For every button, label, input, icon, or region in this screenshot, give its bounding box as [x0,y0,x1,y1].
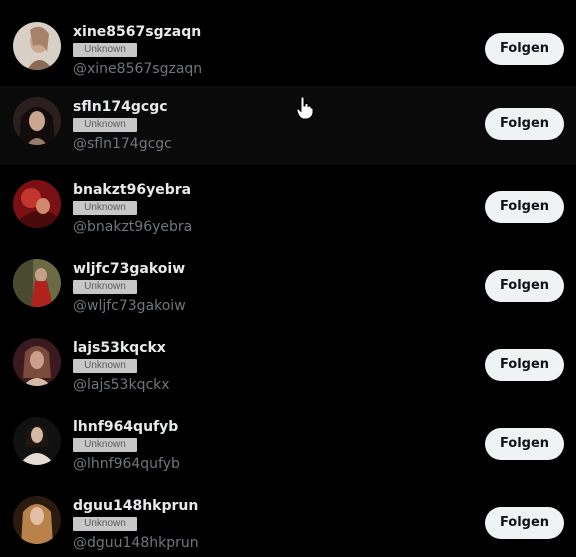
user-display-name[interactable]: dguu148hkprun [73,497,198,515]
follow-button[interactable]: Folgen [485,507,564,539]
user-handle: @lhnf964qufyb [73,456,180,472]
user-display-name[interactable]: wljfc73gakoiw [73,260,185,278]
user-avatar[interactable] [13,417,61,465]
user-avatar[interactable] [13,496,61,544]
hand-pointer-icon [296,96,314,120]
user-row[interactable]: lajs53kqckx Unknown @lajs53kqckx Folgen [0,320,576,399]
status-badge: Unknown [73,359,137,373]
user-handle: @wljfc73gakoiw [73,298,186,314]
follow-button[interactable]: Folgen [485,33,564,65]
user-row[interactable]: bnakzt96yebra Unknown @bnakzt96yebra Fol… [0,162,576,241]
user-display-name[interactable]: lajs53kqckx [73,339,166,357]
user-display-name[interactable]: lhnf964qufyb [73,418,178,436]
follow-button[interactable]: Folgen [485,108,564,140]
user-handle: @lajs53kqckx [73,377,170,393]
user-row[interactable]: sfln174gcgc Unknown @sfln174gcgc Folgen [0,86,576,165]
status-badge: Unknown [73,201,137,215]
user-avatar[interactable] [13,259,61,307]
user-display-name[interactable]: sfln174gcgc [73,98,168,116]
status-badge: Unknown [73,517,137,531]
follow-button[interactable]: Folgen [485,191,564,223]
user-avatar[interactable] [13,338,61,386]
user-display-name[interactable]: bnakzt96yebra [73,181,191,199]
status-badge: Unknown [73,280,137,294]
user-avatar[interactable] [13,97,61,145]
user-row[interactable]: xine8567sgzaqn Unknown @xine8567sgzaqn F… [0,4,576,83]
user-row[interactable]: lhnf964qufyb Unknown @lhnf964qufyb Folge… [0,399,576,478]
user-row[interactable]: dguu148hkprun Unknown @dguu148hkprun Fol… [0,478,576,557]
user-handle: @dguu148hkprun [73,535,199,551]
user-handle: @xine8567sgzaqn [73,61,203,77]
follow-button[interactable]: Folgen [485,428,564,460]
follow-suggestions-list: xine8567sgzaqn Unknown @xine8567sgzaqn F… [0,0,576,557]
user-avatar[interactable] [13,22,61,70]
status-badge: Unknown [73,438,137,452]
user-avatar[interactable] [13,180,61,228]
follow-button[interactable]: Folgen [485,349,564,381]
status-badge: Unknown [73,118,137,132]
user-display-name[interactable]: xine8567sgzaqn [73,23,201,41]
user-handle: @bnakzt96yebra [73,219,193,235]
follow-button[interactable]: Folgen [485,270,564,302]
status-badge: Unknown [73,43,137,57]
user-handle: @sfln174gcgc [73,136,172,152]
user-row[interactable]: wljfc73gakoiw Unknown @wljfc73gakoiw Fol… [0,241,576,320]
